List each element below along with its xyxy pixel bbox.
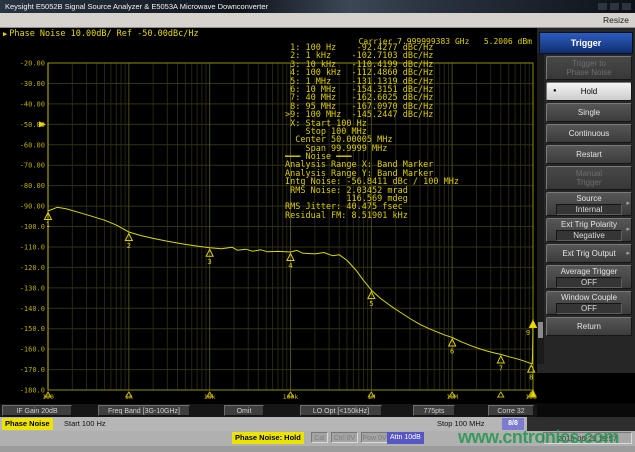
svg-text:-170.0: -170.0: [20, 366, 45, 374]
axis-marker-tick-7: [498, 392, 504, 397]
svg-text:-120.0: -120.0: [20, 264, 45, 272]
ctrl-voltage-indicator: Ctrl 0V: [331, 432, 358, 443]
trace-scale-label: Phase Noise 10.00dB/ Ref -50.00dBc/Hz: [9, 29, 198, 39]
svg-text:5: 5: [369, 300, 373, 308]
analysis-info-line-11: Residual FM: 8.51901 kHz: [285, 212, 459, 220]
svg-text:-40.00: -40.00: [20, 100, 45, 108]
svg-text:7: 7: [499, 364, 503, 372]
mode-badge: Phase Noise: [2, 418, 53, 430]
softkey-trigger-to: Trigger toPhase Noise: [546, 56, 632, 80]
status-key-omit[interactable]: Omit: [224, 405, 264, 416]
svg-text:-100.0: -100.0: [20, 223, 45, 231]
softkey-scrollbar[interactable]: [537, 54, 544, 364]
trace-marker-9: [530, 320, 537, 327]
svg-text:-110.0: -110.0: [20, 243, 45, 251]
softkey-continuous[interactable]: Continuous: [546, 124, 632, 143]
softkey-sidebar: Trigger Trigger toPhase Noise ●Hold Single…: [537, 28, 635, 403]
softkey-return[interactable]: Return: [546, 317, 632, 336]
trace-select-arrow-icon: ▶: [3, 30, 7, 38]
svg-text:-140.0: -140.0: [20, 305, 45, 313]
svg-text:3: 3: [208, 258, 212, 266]
start-frequency-label: Start 100 Hz: [64, 419, 106, 428]
trace-header: ▶Phase Noise 10.00dB/ Ref -50.00dBc/Hz: [3, 29, 199, 39]
window-controls: [598, 3, 631, 10]
svg-text:6: 6: [450, 348, 454, 356]
status-bar-filler: [537, 403, 635, 417]
softkey-ext-trig-output[interactable]: Ext Trig Output▸: [546, 244, 632, 263]
sweep-range-bar: Phase Noise Start 100 Hz Stop 100 MHz 8/…: [0, 417, 527, 431]
softkey-manual: ManualTrigger: [546, 166, 632, 190]
softkey-single[interactable]: Single: [546, 103, 632, 122]
svg-text:1: 1: [46, 221, 50, 229]
softkey-value: Negative: [556, 230, 622, 241]
resize-button[interactable]: Resize: [603, 15, 629, 25]
power-voltage-indicator: Pow 0V: [361, 432, 388, 443]
status-key-775pts[interactable]: 775pts: [413, 405, 455, 416]
close-icon[interactable]: [622, 3, 631, 10]
svg-text:8: 8: [529, 374, 533, 382]
trigger-state-badge: Phase Noise: Hold: [232, 432, 304, 444]
scrollbar-thumb[interactable]: [538, 322, 543, 338]
svg-text:-130.0: -130.0: [20, 284, 45, 292]
svg-text:9: 9: [526, 329, 530, 337]
measurement-status-bar: IF Gain 20dB Freq Band [3G-10GHz] Omit LO O…: [0, 403, 537, 417]
svg-text:-160.0: -160.0: [20, 346, 45, 354]
softkey-value: OFF: [556, 277, 622, 288]
trace-marker-8: [528, 365, 535, 372]
menu-bar: Resize: [0, 13, 635, 28]
attenuator-badge: Attn 10dB: [387, 432, 424, 444]
softkey-restart[interactable]: Restart: [546, 145, 632, 164]
softkey-source[interactable]: SourceInternal▸: [546, 192, 632, 216]
softkey-value: Internal: [556, 204, 622, 215]
selected-indicator: ●: [553, 87, 557, 96]
softkey-hold[interactable]: ●Hold: [546, 82, 632, 101]
window-title: Keysight E5052B Signal Source Analyzer &…: [5, 2, 268, 11]
svg-text:2: 2: [127, 242, 131, 250]
minimize-icon[interactable]: [598, 3, 607, 10]
title-bar: Keysight E5052B Signal Source Analyzer &…: [0, 0, 635, 13]
softkey-window-couple[interactable]: Window CoupleOFF: [546, 291, 632, 315]
softkey-stack: Trigger Trigger toPhase Noise ●Hold Single…: [537, 28, 635, 373]
svg-text:-60.00: -60.00: [20, 141, 45, 149]
softkey-list: Trigger toPhase Noise ●Hold Single Continuo…: [546, 56, 632, 336]
svg-text:4: 4: [288, 262, 292, 270]
svg-text:-30.00: -30.00: [20, 80, 45, 88]
softkey-value: OFF: [556, 303, 622, 314]
submenu-arrow-icon: ▸: [626, 249, 630, 258]
maximize-icon[interactable]: [610, 3, 619, 10]
svg-text:-80.00: -80.00: [20, 182, 45, 190]
submenu-arrow-icon: ▸: [626, 199, 630, 208]
svg-text:-70.00: -70.00: [20, 162, 45, 170]
watermark: www.cntronics.com: [458, 427, 619, 448]
submenu-arrow-icon: ▸: [626, 225, 630, 234]
svg-text:-150.0: -150.0: [20, 325, 45, 333]
softkey-menu-title: Trigger: [539, 32, 633, 54]
marker-readout-block: 1: 100 Hz -92.4277 dBc/Hz 2: 1 kHz -102.…: [285, 44, 459, 220]
status-key-if-gain-20db[interactable]: IF Gain 20dB: [2, 405, 72, 416]
status-key-lo-opt-150khz-[interactable]: LO Opt [<150kHz]: [300, 405, 382, 416]
svg-text:-20.00: -20.00: [20, 60, 45, 68]
app-window: Keysight E5052B Signal Source Analyzer &…: [0, 0, 635, 452]
svg-text:-90.00: -90.00: [20, 203, 45, 211]
softkey-average-trigger[interactable]: Average TriggerOFF: [546, 265, 632, 289]
status-key-freq-band-3g-10ghz-[interactable]: Freq Band [3G-10GHz]: [98, 405, 190, 416]
status-key-corre-32[interactable]: Corre 32: [488, 405, 534, 416]
phase-noise-plot: -20.00-30.00-40.00-50.00-60.00-70.00-80.…: [0, 28, 537, 403]
softkey-ext-trig-polarity[interactable]: Ext Trig PolarityNegative▸: [546, 218, 632, 242]
cal-indicator: Cal: [311, 432, 328, 443]
